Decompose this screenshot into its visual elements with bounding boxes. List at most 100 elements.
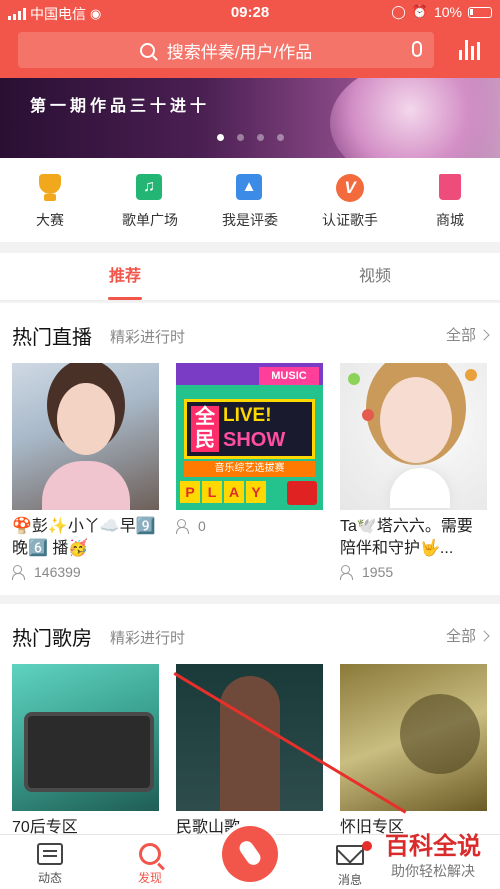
live-card-title: 🍄彭✨小丫☁️早9️⃣ 晚6️⃣ 播🥳 [12,518,156,557]
quick-nav-label: 歌单广场 [122,212,178,228]
tab-feed[interactable]: 动态 [0,835,100,889]
content-tabs: 推荐 视频 [0,253,500,301]
lock-rotation-icon: ◯ [391,4,406,19]
room-thumbnail [12,664,159,811]
live-card[interactable]: Ta🕊️塔六六。需要陪伴和守护🤟... 1955 [340,363,487,580]
quick-nav-contest[interactable]: 大赛 [0,158,100,242]
notification-badge [362,841,372,851]
tab-recommend[interactable]: 推荐 [0,253,250,300]
poster-live-label: LIVE! [223,405,272,426]
decor-dot [465,369,477,381]
banner-carousel[interactable]: 第一期作品三十进十 [0,78,500,158]
users-icon [340,565,358,580]
quick-nav-mall[interactable]: 商城 [400,158,500,242]
chevron-right-icon [478,329,490,341]
app-header: 中国电信 ◉ 09:28 ◯ ⏰ 10% 搜索伴奏/用户/作品 [0,0,500,78]
quick-nav-label: 我是评委 [222,212,278,228]
status-bar: 中国电信 ◉ 09:28 ◯ ⏰ 10% [0,0,500,26]
poster-letter: Y [246,481,266,503]
live-card-title: Ta🕊️塔六六。需要陪伴和守护🤟... [340,518,473,557]
tab-label: 动态 [37,871,62,885]
viewer-count-value: 146399 [34,564,81,580]
view-all-link[interactable]: 全部 [445,625,490,646]
battery-percent: 10% [433,4,462,20]
quick-nav-judge[interactable]: ▲ 我是评委 [200,158,300,242]
poster-band-label: 音乐综艺选拔赛 [184,461,315,477]
tab-video[interactable]: 视频 [250,253,500,300]
viewer-count-value: 1955 [362,564,394,580]
carousel-dot [216,134,224,141]
feed-icon [37,843,63,865]
live-cards: 🍄彭✨小丫☁️早9️⃣ 晚6️⃣ 播🥳 146399 MUSIC 全民 LIVE… [12,363,487,580]
microphone-icon[interactable] [412,41,422,57]
search-placeholder: 搜索伴奏/用户/作品 [166,42,313,62]
quick-nav-certified-singer[interactable]: V 认证歌手 [300,158,400,242]
quick-nav: 大赛 ♫ 歌单广场 ▲ 我是评委 V 认证歌手 商城 [0,158,500,242]
battery-icon [468,6,492,18]
poster-play-letters: P L A Y [180,481,266,503]
search-icon [139,42,155,58]
room-cards: 70后专区 民歌山歌 怀旧专区 [12,664,487,834]
room-card-title: 70后专区 [12,819,78,834]
trophy-icon [36,174,64,202]
decor-dot [348,373,360,385]
decor-dot [362,409,374,421]
carousel-dot [256,134,264,141]
quick-nav-label: 商城 [436,212,464,228]
live-card[interactable]: 🍄彭✨小丫☁️早9️⃣ 晚6️⃣ 播🥳 146399 [12,363,159,580]
search-icon [139,843,161,865]
music-note-icon: ♫ [136,174,164,202]
viewer-count: 0 [176,518,323,534]
users-icon [176,519,194,534]
section-header: 热门歌房 精彩进行时 全部 [0,604,500,664]
carousel-dot [276,134,284,141]
watermark-logo: 百科全说 助你轻松解决 [372,826,494,881]
poster-letter: P [180,481,200,503]
drum-icon [287,481,317,505]
banner-subtitle: 第一期作品三十进十 [30,98,211,115]
carousel-dots [0,134,500,141]
section-subtitle: 精彩进行时 [110,630,186,647]
viewer-count-value: 0 [198,518,206,534]
poster-letter: A [224,481,244,503]
hot-live-section: 热门直播 精彩进行时 全部 🍄彭✨小丫☁️早9️⃣ 晚6️⃣ 播🥳 146399… [0,303,500,595]
live-thumbnail [340,363,487,510]
room-card[interactable]: 70后专区 [12,664,159,834]
quick-nav-label: 认证歌手 [322,212,378,228]
tab-label: 消息 [337,873,362,887]
section-subtitle: 精彩进行时 [110,329,186,346]
banner-figure-image [330,78,500,158]
status-right: ◯ ⏰ 10% [391,4,492,20]
live-card[interactable]: MUSIC 全民 LIVE! SHOW 音乐综艺选拔赛 P L A Y 0 [176,363,323,580]
alarm-icon: ⏰ [411,4,428,19]
section-title: 热门歌房 [12,628,92,650]
viewer-count: 146399 [12,564,159,580]
watermark-sub: 助你轻松解决 [391,863,475,879]
poster-main: 全民 LIVE! SHOW [184,399,315,459]
search-bar[interactable]: 搜索伴奏/用户/作品 [18,32,434,68]
chevron-right-icon [478,630,490,642]
view-all-label: 全部 [445,327,476,344]
ranking-icon[interactable] [459,40,480,60]
shopping-bag-icon [436,174,464,202]
quick-nav-label: 大赛 [36,212,64,228]
thumbs-up-icon: ▲ [236,174,264,202]
carousel-dot [236,134,244,141]
watermark-main: 百科全说 [385,833,481,860]
tab-discover[interactable]: 发现 [100,835,200,889]
live-thumbnail [12,363,159,510]
view-all-label: 全部 [445,628,476,645]
tab-label: 发现 [137,871,162,885]
view-all-link[interactable]: 全部 [445,324,490,345]
poster-music-label: MUSIC [259,367,319,385]
poster-quan-label: 全民 [191,406,219,452]
poster-show-label: SHOW [223,429,286,451]
viewer-count: 1955 [340,564,487,580]
mail-icon [336,845,364,865]
live-thumbnail: MUSIC 全民 LIVE! SHOW 音乐综艺选拔赛 P L A Y [176,363,323,510]
quick-nav-playlist-square[interactable]: ♫ 歌单广场 [100,158,200,242]
room-card[interactable]: 怀旧专区 [340,664,487,834]
sing-button[interactable] [222,826,278,882]
poster-letter: L [202,481,222,503]
section-header: 热门直播 精彩进行时 全部 [0,303,500,363]
